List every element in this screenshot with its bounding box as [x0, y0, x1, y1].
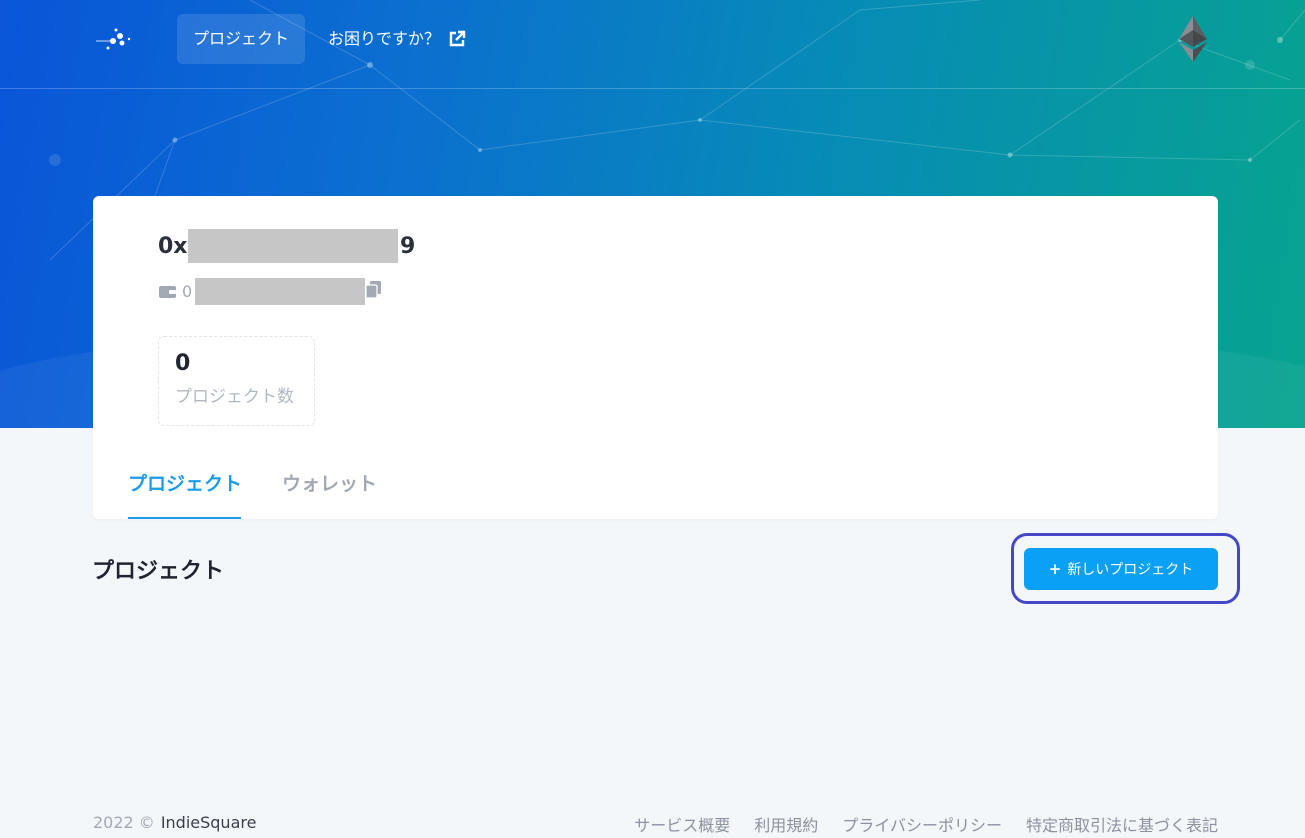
wallet-icon	[159, 285, 176, 298]
new-project-button[interactable]: + 新しいプロジェクト	[1024, 548, 1218, 590]
projects-count-value: 0	[175, 351, 191, 376]
tab-wallet[interactable]: ウォレット	[282, 464, 377, 519]
plus-icon: +	[1048, 560, 1062, 578]
external-link-icon	[449, 30, 466, 47]
nav-help-link[interactable]: お困りですか？	[312, 14, 482, 64]
account-title-suffix: 9	[400, 234, 416, 259]
nav-help-label: お困りですか？	[328, 29, 441, 48]
projects-count-label: プロジェクト数	[175, 387, 294, 407]
account-title-prefix: 0x	[158, 234, 188, 259]
ethereum-icon[interactable]	[1177, 16, 1209, 62]
redacted-block	[188, 229, 398, 263]
footer-link-terms[interactable]: 利用規約	[754, 812, 818, 836]
footer-copyright: 2022 © IndieSquare	[93, 813, 256, 832]
footer-link-service-overview[interactable]: サービス概要	[634, 812, 730, 836]
address-prefix: 0	[182, 281, 193, 301]
section-title: プロジェクト	[92, 559, 225, 584]
account-card: 0x 9 0 0 プロジェクト数 プロジェクト ウォレット	[93, 196, 1218, 519]
copy-icon[interactable]	[365, 281, 381, 299]
copyright-text: 2022 ©	[93, 813, 155, 832]
address-row: 0	[159, 280, 192, 302]
footer-links: サービス概要 利用規約 プライバシーポリシー 特定商取引法に基づく表記	[634, 812, 1218, 836]
header-divider	[0, 88, 1305, 89]
dots-logo-icon[interactable]	[96, 26, 136, 52]
tab-projects[interactable]: プロジェクト	[128, 464, 242, 519]
nav-projects[interactable]: プロジェクト	[177, 14, 306, 64]
footer-link-commerce-law[interactable]: 特定商取引法に基づく表記	[1026, 812, 1218, 836]
footer-link-privacy[interactable]: プライバシーポリシー	[842, 812, 1002, 836]
projects-count-stat: 0 プロジェクト数	[158, 336, 315, 426]
account-title: 0x	[158, 234, 188, 259]
redacted-block	[195, 278, 365, 305]
brand-link[interactable]: IndieSquare	[161, 813, 257, 832]
new-project-label: 新しいプロジェクト	[1067, 562, 1194, 578]
